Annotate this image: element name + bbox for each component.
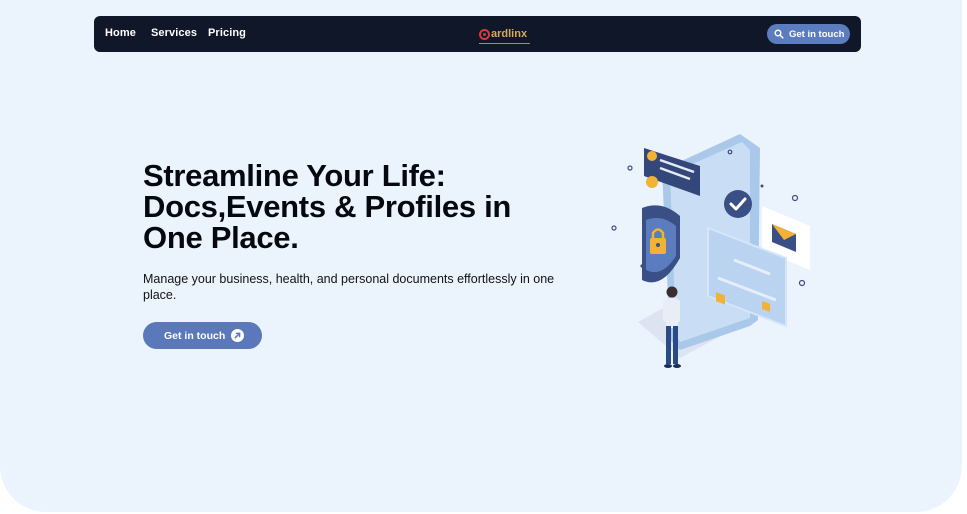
logo-icon	[479, 28, 490, 40]
logo-text: ardlinx	[491, 28, 528, 40]
hero-get-in-touch-button[interactable]: Get in touch	[143, 322, 262, 349]
hero-subtitle: Manage your business, health, and person…	[143, 272, 555, 302]
nav-cta-label: Get in touch	[789, 28, 845, 40]
hero-title: Streamline Your Life: Docs,Events & Prof…	[143, 160, 563, 253]
logo-underline	[479, 43, 530, 44]
hero-title-line: Streamline Your Life:	[143, 158, 446, 193]
nav-link-pricing[interactable]: Pricing	[208, 27, 246, 39]
hero-title-line: One Place.	[143, 220, 299, 255]
hero-illustration	[611, 134, 810, 368]
nav-get-in-touch-button[interactable]: Get in touch	[767, 24, 850, 44]
arrow-up-right-icon	[231, 329, 245, 342]
hero-title-line: Docs,Events & Profiles in	[143, 189, 512, 224]
nav-link-services[interactable]: Services	[151, 27, 197, 39]
brand-logo[interactable]: ardlinx	[479, 24, 530, 44]
top-navbar: Home Services Pricing ardlinx Get in tou…	[94, 16, 861, 52]
search-icon	[774, 29, 784, 39]
hero-cta-label: Get in touch	[164, 329, 226, 342]
nav-link-home[interactable]: Home	[105, 27, 136, 39]
